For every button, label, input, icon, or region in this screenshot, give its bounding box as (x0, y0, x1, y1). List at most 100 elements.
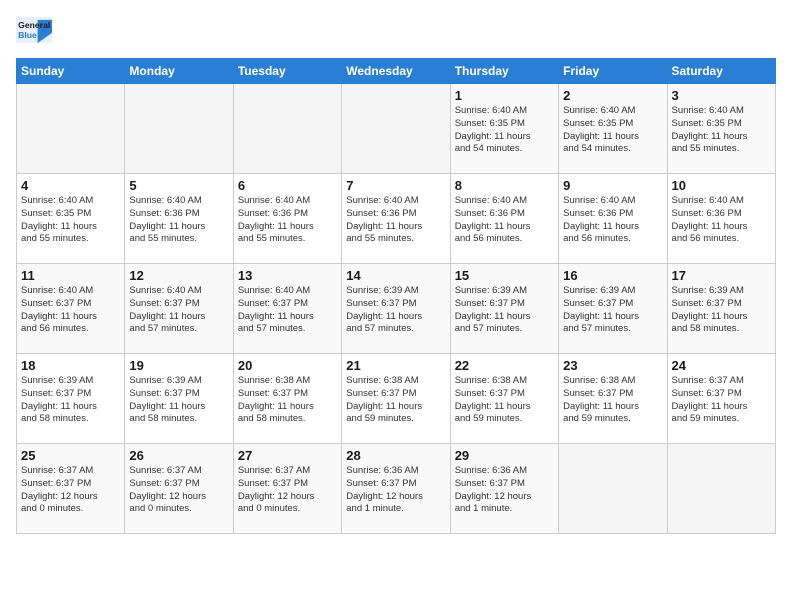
calendar-cell: 8 Sunrise: 6:40 AM Sunset: 6:36 PM Daylig… (450, 174, 558, 264)
calendar-table: SundayMondayTuesdayWednesdayThursdayFrid… (16, 58, 776, 534)
day-info: Sunrise: 6:40 AM Sunset: 6:36 PM Dayligh… (238, 195, 337, 246)
calendar-week-row: 25 Sunrise: 6:37 AM Sunset: 6:37 PM Dayli… (17, 444, 776, 534)
day-info: Sunrise: 6:40 AM Sunset: 6:35 PM Dayligh… (563, 105, 662, 156)
calendar-cell: 23 Sunrise: 6:38 AM Sunset: 6:37 PM Dayli… (559, 354, 667, 444)
page-header: General Blue (16, 16, 776, 46)
calendar-cell: 29 Sunrise: 6:36 AM Sunset: 6:37 PM Dayli… (450, 444, 558, 534)
day-info: Sunrise: 6:40 AM Sunset: 6:36 PM Dayligh… (455, 195, 554, 246)
day-number: 18 (21, 358, 120, 373)
calendar-cell: 3Sunrise: 6:40 AM Sunset: 6:35 PM Daylig… (667, 84, 775, 174)
weekday-header-cell: Friday (559, 59, 667, 84)
calendar-cell: 24 Sunrise: 6:37 AM Sunset: 6:37 PM Dayli… (667, 354, 775, 444)
day-info: Sunrise: 6:40 AM Sunset: 6:36 PM Dayligh… (672, 195, 771, 246)
day-number: 4 (21, 178, 120, 193)
weekday-header-row: SundayMondayTuesdayWednesdayThursdayFrid… (17, 59, 776, 84)
calendar-cell: 26Sunrise: 6:37 AM Sunset: 6:37 PM Dayli… (125, 444, 233, 534)
day-number: 22 (455, 358, 554, 373)
day-number: 21 (346, 358, 445, 373)
day-info: Sunrise: 6:39 AM Sunset: 6:37 PM Dayligh… (672, 285, 771, 336)
logo-icon: General Blue (16, 16, 52, 44)
day-info: Sunrise: 6:37 AM Sunset: 6:37 PM Dayligh… (238, 465, 337, 516)
day-info: Sunrise: 6:40 AM Sunset: 6:37 PM Dayligh… (129, 285, 228, 336)
calendar-cell: 21Sunrise: 6:38 AM Sunset: 6:37 PM Dayli… (342, 354, 450, 444)
calendar-cell: 27 Sunrise: 6:37 AM Sunset: 6:37 PM Dayli… (233, 444, 341, 534)
calendar-body: 1 Sunrise: 6:40 AM Sunset: 6:35 PM Daylig… (17, 84, 776, 534)
calendar-week-row: 4Sunrise: 6:40 AM Sunset: 6:35 PM Daylig… (17, 174, 776, 264)
day-number: 10 (672, 178, 771, 193)
calendar-cell (342, 84, 450, 174)
day-info: Sunrise: 6:39 AM Sunset: 6:37 PM Dayligh… (455, 285, 554, 336)
day-number: 8 (455, 178, 554, 193)
calendar-cell: 14Sunrise: 6:39 AM Sunset: 6:37 PM Dayli… (342, 264, 450, 354)
calendar-cell: 1 Sunrise: 6:40 AM Sunset: 6:35 PM Daylig… (450, 84, 558, 174)
day-number: 16 (563, 268, 662, 283)
calendar-cell: 19 Sunrise: 6:39 AM Sunset: 6:37 PM Dayli… (125, 354, 233, 444)
day-info: Sunrise: 6:40 AM Sunset: 6:35 PM Dayligh… (455, 105, 554, 156)
calendar-cell: 7 Sunrise: 6:40 AM Sunset: 6:36 PM Daylig… (342, 174, 450, 264)
day-number: 23 (563, 358, 662, 373)
day-number: 29 (455, 448, 554, 463)
day-number: 28 (346, 448, 445, 463)
svg-text:Blue: Blue (18, 30, 37, 40)
calendar-cell: 18 Sunrise: 6:39 AM Sunset: 6:37 PM Dayli… (17, 354, 125, 444)
weekday-header-cell: Tuesday (233, 59, 341, 84)
day-number: 12 (129, 268, 228, 283)
day-number: 24 (672, 358, 771, 373)
calendar-cell (125, 84, 233, 174)
day-info: Sunrise: 6:37 AM Sunset: 6:37 PM Dayligh… (21, 465, 120, 516)
day-number: 20 (238, 358, 337, 373)
day-number: 17 (672, 268, 771, 283)
calendar-week-row: 18 Sunrise: 6:39 AM Sunset: 6:37 PM Dayli… (17, 354, 776, 444)
logo: General Blue (16, 16, 52, 46)
calendar-cell: 16Sunrise: 6:39 AM Sunset: 6:37 PM Dayli… (559, 264, 667, 354)
day-info: Sunrise: 6:38 AM Sunset: 6:37 PM Dayligh… (238, 375, 337, 426)
weekday-header-cell: Wednesday (342, 59, 450, 84)
day-number: 2 (563, 88, 662, 103)
day-info: Sunrise: 6:40 AM Sunset: 6:37 PM Dayligh… (238, 285, 337, 336)
calendar-cell: 11 Sunrise: 6:40 AM Sunset: 6:37 PM Dayli… (17, 264, 125, 354)
day-number: 27 (238, 448, 337, 463)
calendar-cell: 15 Sunrise: 6:39 AM Sunset: 6:37 PM Dayli… (450, 264, 558, 354)
svg-text:General: General (18, 20, 50, 30)
calendar-cell: 20 Sunrise: 6:38 AM Sunset: 6:37 PM Dayli… (233, 354, 341, 444)
day-info: Sunrise: 6:36 AM Sunset: 6:37 PM Dayligh… (346, 465, 445, 516)
day-info: Sunrise: 6:39 AM Sunset: 6:37 PM Dayligh… (21, 375, 120, 426)
calendar-cell: 22Sunrise: 6:38 AM Sunset: 6:37 PM Dayli… (450, 354, 558, 444)
calendar-cell: 6 Sunrise: 6:40 AM Sunset: 6:36 PM Daylig… (233, 174, 341, 264)
calendar-cell: 17 Sunrise: 6:39 AM Sunset: 6:37 PM Dayli… (667, 264, 775, 354)
day-number: 7 (346, 178, 445, 193)
day-info: Sunrise: 6:40 AM Sunset: 6:36 PM Dayligh… (129, 195, 228, 246)
calendar-cell: 5 Sunrise: 6:40 AM Sunset: 6:36 PM Daylig… (125, 174, 233, 264)
weekday-header-cell: Monday (125, 59, 233, 84)
day-info: Sunrise: 6:40 AM Sunset: 6:36 PM Dayligh… (346, 195, 445, 246)
day-number: 9 (563, 178, 662, 193)
day-info: Sunrise: 6:38 AM Sunset: 6:37 PM Dayligh… (563, 375, 662, 426)
day-number: 19 (129, 358, 228, 373)
weekday-header-cell: Saturday (667, 59, 775, 84)
day-number: 13 (238, 268, 337, 283)
calendar-cell: 25 Sunrise: 6:37 AM Sunset: 6:37 PM Dayli… (17, 444, 125, 534)
calendar-cell: 2 Sunrise: 6:40 AM Sunset: 6:35 PM Daylig… (559, 84, 667, 174)
day-number: 25 (21, 448, 120, 463)
day-number: 26 (129, 448, 228, 463)
day-number: 5 (129, 178, 228, 193)
day-info: Sunrise: 6:40 AM Sunset: 6:35 PM Dayligh… (672, 105, 771, 156)
calendar-cell: 28 Sunrise: 6:36 AM Sunset: 6:37 PM Dayli… (342, 444, 450, 534)
day-number: 11 (21, 268, 120, 283)
weekday-header-cell: Thursday (450, 59, 558, 84)
calendar-cell: 9 Sunrise: 6:40 AM Sunset: 6:36 PM Daylig… (559, 174, 667, 264)
day-number: 15 (455, 268, 554, 283)
day-number: 6 (238, 178, 337, 193)
day-number: 1 (455, 88, 554, 103)
calendar-cell: 13 Sunrise: 6:40 AM Sunset: 6:37 PM Dayli… (233, 264, 341, 354)
day-info: Sunrise: 6:39 AM Sunset: 6:37 PM Dayligh… (129, 375, 228, 426)
day-info: Sunrise: 6:40 AM Sunset: 6:36 PM Dayligh… (563, 195, 662, 246)
calendar-cell: 12 Sunrise: 6:40 AM Sunset: 6:37 PM Dayli… (125, 264, 233, 354)
day-info: Sunrise: 6:37 AM Sunset: 6:37 PM Dayligh… (672, 375, 771, 426)
day-info: Sunrise: 6:40 AM Sunset: 6:37 PM Dayligh… (21, 285, 120, 336)
day-info: Sunrise: 6:36 AM Sunset: 6:37 PM Dayligh… (455, 465, 554, 516)
calendar-cell: 10 Sunrise: 6:40 AM Sunset: 6:36 PM Dayli… (667, 174, 775, 264)
day-info: Sunrise: 6:39 AM Sunset: 6:37 PM Dayligh… (346, 285, 445, 336)
calendar-week-row: 11 Sunrise: 6:40 AM Sunset: 6:37 PM Dayli… (17, 264, 776, 354)
calendar-cell: 4Sunrise: 6:40 AM Sunset: 6:35 PM Daylig… (17, 174, 125, 264)
